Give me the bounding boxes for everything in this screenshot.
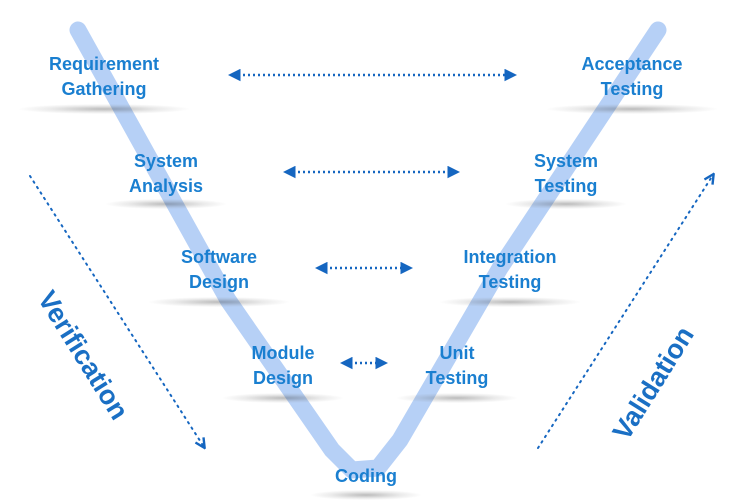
label-shadow (440, 297, 580, 307)
label-shadow (547, 104, 717, 114)
phase-line2: Testing (534, 176, 598, 196)
label-shadow (223, 393, 343, 403)
phase-line2: Testing (478, 272, 542, 292)
phase-line1: System (533, 151, 599, 171)
phase-line2: Design (188, 272, 249, 292)
phase-line1: System (133, 151, 199, 171)
phase-line2: Testing (425, 368, 489, 388)
label-shadow (397, 393, 517, 403)
label-shadow (149, 297, 289, 307)
phase-system-testing: System Testing (534, 149, 598, 199)
v-stroke (69, 21, 667, 479)
phase-requirement-gathering: Requirement Gathering (49, 52, 159, 102)
phase-line2: Testing (600, 79, 664, 99)
phase-software-design: Software Design (181, 245, 257, 295)
phase-line1: Integration (463, 247, 557, 267)
label-shadow (506, 199, 626, 209)
phase-coding: Coding (335, 464, 397, 489)
phase-line1: Coding (335, 466, 397, 486)
phase-line1: Acceptance (581, 54, 683, 74)
phase-unit-testing: Unit Testing (426, 341, 489, 391)
phase-line1: Software (180, 247, 258, 267)
label-shadow (311, 490, 421, 500)
phase-line2: Design (252, 368, 313, 388)
phase-line1: Requirement (48, 54, 160, 74)
phase-acceptance-testing: Acceptance Testing (581, 52, 682, 102)
label-shadow (19, 104, 189, 114)
phase-module-design: Module Design (252, 341, 315, 391)
phase-integration-testing: Integration Testing (464, 245, 557, 295)
phase-line2: Analysis (128, 176, 204, 196)
phase-line1: Module (251, 343, 315, 363)
phase-line2: Gathering (61, 79, 147, 99)
phase-line1: Unit (439, 343, 475, 363)
phase-system-analysis: System Analysis (129, 149, 203, 199)
label-shadow (106, 199, 226, 209)
